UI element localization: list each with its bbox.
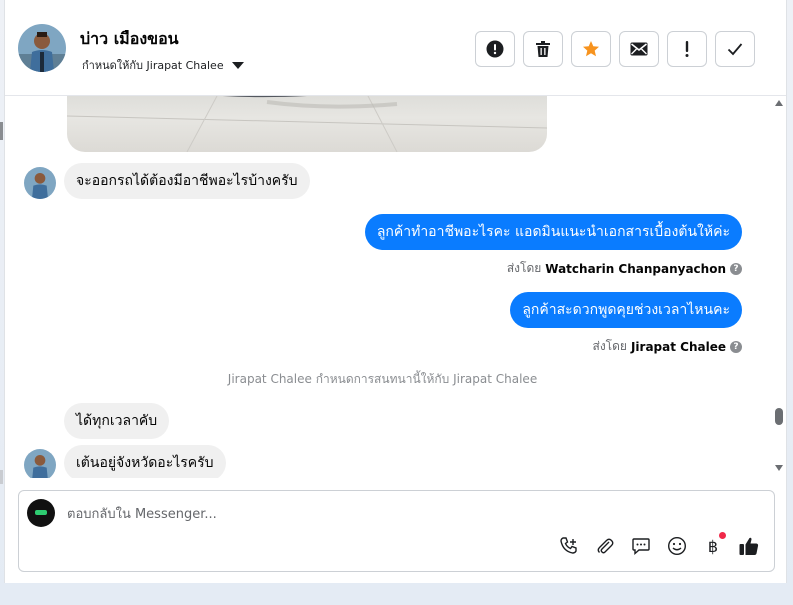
- page-avatar: [27, 499, 55, 527]
- like-button[interactable]: [738, 535, 760, 557]
- delete-button[interactable]: [523, 31, 563, 67]
- window-edge: [0, 122, 3, 140]
- message-thread: จะออกรถได้ต้องมีอาชีพอะไรบ้างครับ ลูกค้า…: [5, 96, 786, 478]
- attach-button[interactable]: [594, 535, 616, 557]
- follow-up-button[interactable]: [667, 31, 707, 67]
- image-attachment[interactable]: [67, 96, 547, 152]
- star-button[interactable]: [571, 31, 611, 67]
- contact-avatar[interactable]: [18, 24, 66, 72]
- baht-icon: ฿: [707, 536, 719, 556]
- help-icon[interactable]: ?: [730, 340, 742, 353]
- sent-by-name: Jirapat Chalee: [630, 339, 726, 354]
- emoji-button[interactable]: [666, 535, 688, 557]
- sent-by-prefix: ส่งโดย: [592, 339, 627, 353]
- conversation-actions: [475, 31, 755, 67]
- assignee-label: กำหนดให้กับ Jirapat Chalee: [82, 59, 224, 72]
- sent-by-info: ส่งโดย Watcharin Chanpanyachon ?: [507, 259, 742, 278]
- outgoing-message[interactable]: ลูกค้าสะดวกพูดคุยช่วงเวลาไหนคะ: [510, 292, 742, 328]
- done-button[interactable]: [715, 31, 755, 67]
- scroll-up-arrow[interactable]: [775, 100, 783, 106]
- incoming-message[interactable]: เต้นอยู่จังหวัดอะไรครับ: [64, 445, 226, 478]
- emoji-icon: [667, 536, 687, 556]
- contact-name[interactable]: บ่าว เมืองขอน: [80, 27, 179, 52]
- sent-by-info: ส่งโดย Jirapat Chalee ?: [592, 337, 742, 356]
- sent-by-name: Watcharin Chanpanyachon: [545, 261, 726, 276]
- saved-reply-icon: [632, 538, 650, 556]
- window-edge: [0, 470, 3, 484]
- saved-reply-button[interactable]: [630, 535, 652, 557]
- incoming-message[interactable]: ได้ทุกเวลาคับ: [64, 403, 170, 439]
- conversation-header: บ่าว เมืองขอน กำหนดให้กับ Jirapat Chalee: [5, 0, 786, 96]
- outgoing-message[interactable]: ลูกค้าทำอาชีพอะไรคะ แอดมินแนะนำเอกสารเบื…: [364, 214, 742, 250]
- help-icon[interactable]: ?: [730, 262, 742, 275]
- scrollbar-thumb[interactable]: [775, 408, 783, 425]
- notification-dot: [719, 532, 726, 539]
- mark-unread-button[interactable]: [619, 31, 659, 67]
- star-icon: [583, 41, 599, 57]
- trash-icon: [536, 41, 550, 57]
- call-button[interactable]: [558, 535, 580, 557]
- composer-toolbar: ฿: [558, 532, 760, 557]
- reply-input[interactable]: [67, 503, 747, 525]
- spam-button[interactable]: [475, 31, 515, 67]
- conversation-panel: บ่าว เมืองขอน กำหนดให้กับ Jirapat Chalee: [4, 0, 787, 583]
- reply-composer: ฿: [18, 490, 775, 572]
- incoming-message[interactable]: จะออกรถได้ต้องมีอาชีพอะไรบ้างครับ: [64, 163, 310, 199]
- assignee-dropdown[interactable]: กำหนดให้กับ Jirapat Chalee: [82, 56, 244, 74]
- phone-plus-icon: [560, 537, 577, 554]
- mail-icon: [630, 42, 648, 56]
- check-icon: [727, 43, 743, 56]
- system-note: Jirapat Chalee กำหนดการสนทนานี้ให้กับ Ji…: [227, 372, 538, 386]
- scroll-down-arrow[interactable]: [775, 465, 783, 471]
- exclamation-icon: [685, 41, 689, 57]
- paperclip-icon: [597, 538, 614, 554]
- contact-avatar-small: [24, 167, 56, 199]
- thumbs-up-icon: [739, 537, 759, 555]
- alert-circle-icon: [486, 40, 504, 58]
- contact-avatar-small: [24, 449, 56, 478]
- chevron-down-icon: [231, 61, 244, 69]
- payment-button[interactable]: ฿: [702, 532, 726, 557]
- sent-by-prefix: ส่งโดย: [506, 261, 542, 275]
